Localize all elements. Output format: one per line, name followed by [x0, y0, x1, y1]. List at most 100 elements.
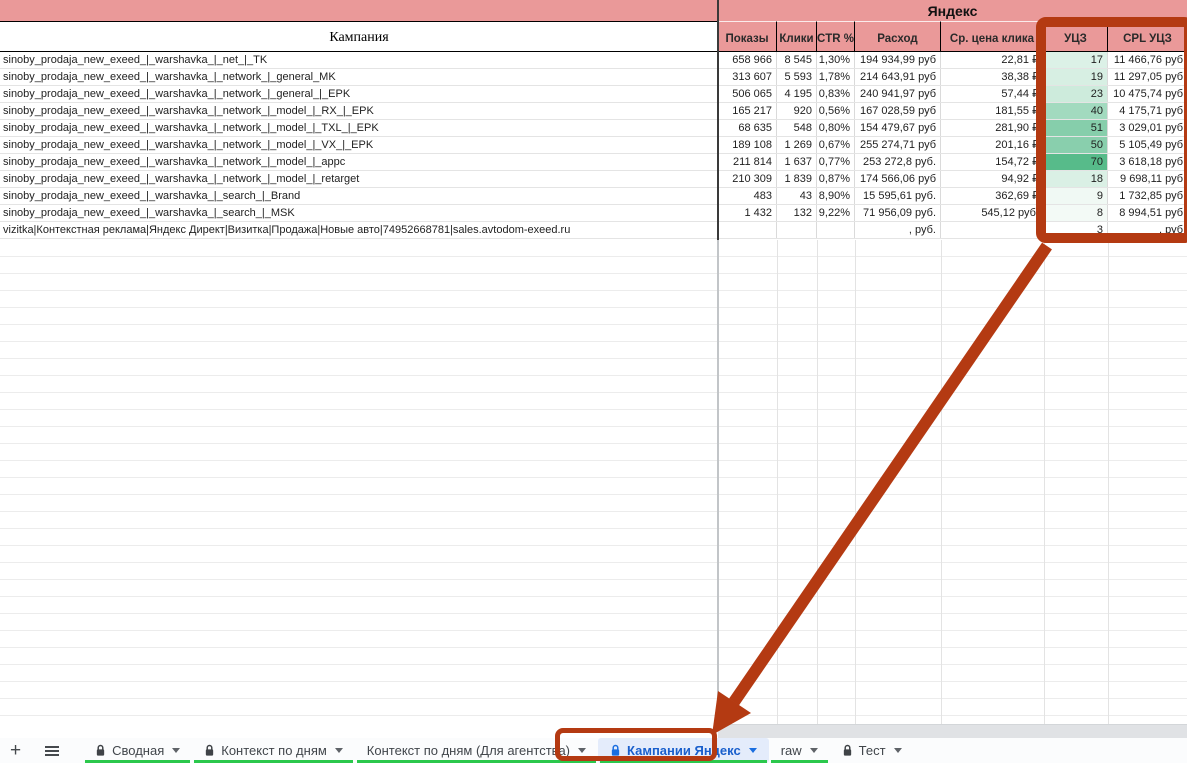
cell-campaign[interactable]: sinoby_prodaja_new_exeed_|_warshavka_|_n… [0, 171, 717, 187]
cell-shows[interactable]: 313 607 [718, 69, 777, 85]
cell-cost[interactable]: 174 566,06 руб [855, 171, 941, 187]
cell-ucz[interactable]: 19 [1044, 69, 1108, 85]
cell-cost[interactable]: 15 595,61 руб. [855, 188, 941, 204]
cell-cpl[interactable]: 3 618,18 руб [1108, 154, 1187, 170]
cell-ctr[interactable]: 0,77% [817, 154, 855, 170]
cell-cpc[interactable]: 22,81 ₽ [941, 52, 1044, 68]
cell-shows[interactable]: 210 309 [718, 171, 777, 187]
cell-campaign[interactable]: sinoby_prodaja_new_exeed_|_warshavka_|_s… [0, 205, 717, 221]
cell-shows[interactable] [718, 222, 777, 238]
cell-campaign[interactable]: sinoby_prodaja_new_exeed_|_warshavka_|_n… [0, 120, 717, 136]
cell-cpl[interactable]: , руб [1108, 222, 1187, 238]
cell-clicks[interactable]: 132 [777, 205, 817, 221]
cell-cpc[interactable]: 181,55 ₽ [941, 103, 1044, 119]
cell-cpc[interactable]: 362,69 ₽ [941, 188, 1044, 204]
cell-cpl[interactable]: 11 466,76 руб [1108, 52, 1187, 68]
chevron-down-icon[interactable] [810, 748, 818, 753]
sheet-tab-1[interactable]: Контекст по дням [192, 738, 355, 763]
all-sheets-menu-icon[interactable] [45, 746, 59, 756]
cell-campaign[interactable]: sinoby_prodaja_new_exeed_|_warshavka_|_n… [0, 86, 717, 102]
cell-clicks[interactable]: 4 195 [777, 86, 817, 102]
cell-clicks[interactable]: 1 839 [777, 171, 817, 187]
cell-ucz[interactable]: 3 [1044, 222, 1108, 238]
sheet-tab-2[interactable]: Контекст по дням (Для агентства) [355, 738, 598, 763]
cell-campaign[interactable]: sinoby_prodaja_new_exeed_|_warshavka_|_n… [0, 103, 717, 119]
cell-clicks[interactable]: 548 [777, 120, 817, 136]
column-header-shows[interactable]: Показы [718, 21, 777, 52]
cell-ctr[interactable]: 0,87% [817, 171, 855, 187]
cell-cost[interactable]: 194 934,99 руб [855, 52, 941, 68]
cell-cpl[interactable]: 5 105,49 руб [1108, 137, 1187, 153]
cell-shows[interactable]: 658 966 [718, 52, 777, 68]
cell-cpc[interactable]: 281,90 ₽ [941, 120, 1044, 136]
cell-cpl[interactable]: 9 698,11 руб [1108, 171, 1187, 187]
cell-shows[interactable]: 165 217 [718, 103, 777, 119]
chevron-down-icon[interactable] [335, 748, 343, 753]
cell-clicks[interactable]: 5 593 [777, 69, 817, 85]
cell-cpc[interactable]: 545,12 руб. [941, 205, 1044, 221]
cell-ucz[interactable]: 70 [1044, 154, 1108, 170]
cell-shows[interactable]: 483 [718, 188, 777, 204]
cell-ucz[interactable]: 17 [1044, 52, 1108, 68]
cell-shows[interactable]: 189 108 [718, 137, 777, 153]
sheet-tab-0[interactable]: Сводная [83, 738, 192, 763]
cell-clicks[interactable] [777, 222, 817, 238]
cell-ctr[interactable]: 0,67% [817, 137, 855, 153]
cell-cpl[interactable]: 3 029,01 руб [1108, 120, 1187, 136]
cell-ucz[interactable]: 9 [1044, 188, 1108, 204]
cell-cpl[interactable]: 4 175,71 руб [1108, 103, 1187, 119]
cell-ucz[interactable]: 40 [1044, 103, 1108, 119]
cell-campaign[interactable]: sinoby_prodaja_new_exeed_|_warshavka_|_n… [0, 137, 717, 153]
cell-ctr[interactable]: 9,22% [817, 205, 855, 221]
cell-campaign[interactable]: sinoby_prodaja_new_exeed_|_warshavka_|_n… [0, 52, 717, 68]
cell-cost[interactable]: , руб. [855, 222, 941, 238]
cell-ucz[interactable]: 18 [1044, 171, 1108, 187]
column-header-cpc[interactable]: Ср. цена клика [941, 21, 1044, 52]
cell-campaign[interactable]: sinoby_prodaja_new_exeed_|_warshavka_|_s… [0, 188, 717, 204]
cell-cpc[interactable]: 94,92 ₽ [941, 171, 1044, 187]
cell-ctr[interactable]: 0,56% [817, 103, 855, 119]
cell-cpl[interactable]: 8 994,51 руб [1108, 205, 1187, 221]
cell-ctr[interactable]: 1,30% [817, 52, 855, 68]
cell-clicks[interactable]: 920 [777, 103, 817, 119]
cell-cost[interactable]: 154 479,67 руб [855, 120, 941, 136]
cell-clicks[interactable]: 1 637 [777, 154, 817, 170]
cell-ctr[interactable]: 1,78% [817, 69, 855, 85]
cell-cost[interactable]: 214 643,91 руб [855, 69, 941, 85]
cell-cost[interactable]: 240 941,97 руб [855, 86, 941, 102]
cell-cpl[interactable]: 10 475,74 руб [1108, 86, 1187, 102]
cell-shows[interactable]: 68 635 [718, 120, 777, 136]
cell-cpc[interactable]: 154,72 ₽ [941, 154, 1044, 170]
cell-ctr[interactable]: 0,80% [817, 120, 855, 136]
chevron-down-icon[interactable] [578, 748, 586, 753]
cell-cost[interactable]: 255 274,71 руб [855, 137, 941, 153]
cell-campaign[interactable]: vizitka|Контекстная реклама|Яндекс Дирек… [0, 222, 717, 238]
cell-clicks[interactable]: 1 269 [777, 137, 817, 153]
cell-shows[interactable]: 506 065 [718, 86, 777, 102]
column-header-cost[interactable]: Расход [855, 21, 941, 52]
cell-cost[interactable]: 167 028,59 руб [855, 103, 941, 119]
column-header-ctr[interactable]: CTR % [817, 21, 855, 52]
cell-cpc[interactable]: 201,16 ₽ [941, 137, 1044, 153]
horizontal-scrollbar[interactable] [718, 724, 1187, 738]
cell-ctr[interactable]: 8,90% [817, 188, 855, 204]
column-header-clicks[interactable]: Клики [777, 21, 817, 52]
sheet-tab-4[interactable]: raw [769, 738, 830, 763]
column-header-ucz[interactable]: УЦЗ [1044, 21, 1108, 52]
cell-ctr[interactable] [817, 222, 855, 238]
cell-cpc[interactable]: 57,44 ₽ [941, 86, 1044, 102]
cell-shows[interactable]: 1 432 [718, 205, 777, 221]
chevron-down-icon[interactable] [172, 748, 180, 753]
cell-ucz[interactable]: 8 [1044, 205, 1108, 221]
sheet-tab-3[interactable]: Кампании Яндекс [598, 738, 769, 763]
cell-clicks[interactable]: 43 [777, 188, 817, 204]
cell-ctr[interactable]: 0,83% [817, 86, 855, 102]
cell-cost[interactable]: 253 272,8 руб. [855, 154, 941, 170]
cell-clicks[interactable]: 8 545 [777, 52, 817, 68]
cell-cpc[interactable] [941, 222, 1044, 238]
chevron-down-icon[interactable] [894, 748, 902, 753]
cell-ucz[interactable]: 51 [1044, 120, 1108, 136]
cell-cpc[interactable]: 38,38 ₽ [941, 69, 1044, 85]
cell-campaign[interactable]: sinoby_prodaja_new_exeed_|_warshavka_|_n… [0, 69, 717, 85]
column-header-cpl[interactable]: CPL УЦЗ [1108, 21, 1187, 52]
